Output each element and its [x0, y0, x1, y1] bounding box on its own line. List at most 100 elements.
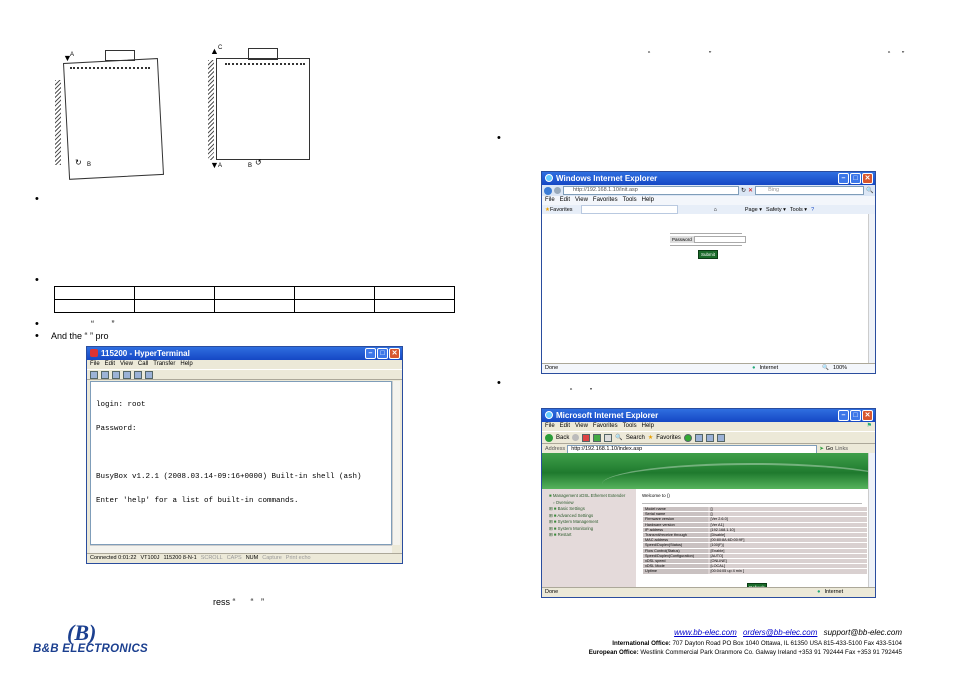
favorites-button[interactable]: Favorites — [550, 207, 573, 213]
menu-edit[interactable]: Edit — [560, 196, 570, 205]
quote-top-c: “ ” — [888, 51, 905, 58]
go-icon[interactable]: ➤ — [819, 446, 824, 452]
safety-menu[interactable]: Safety ▾ — [766, 207, 786, 213]
minimize-button[interactable]: – — [838, 173, 849, 184]
forward-icon[interactable] — [554, 187, 561, 194]
back-icon[interactable] — [545, 433, 553, 442]
media-icon[interactable] — [683, 433, 692, 442]
quote-mid: “ ” — [570, 388, 593, 395]
address-input[interactable]: http://192.168.1.10/init.asp — [563, 186, 739, 195]
ie-login-vscrollbar[interactable] — [868, 214, 875, 364]
hyperterminal-titlebar[interactable]: 115200 - HyperTerminal – □ ✕ — [87, 347, 402, 360]
ie-main-window[interactable]: Microsoft Internet Explorer – □ ✕ File E… — [541, 408, 876, 598]
properties-icon[interactable] — [145, 370, 153, 379]
menu-help[interactable]: Help — [642, 196, 654, 205]
nav-item-restart[interactable]: ⊞ ■ Restart — [549, 532, 636, 539]
terminal-hscrollbar[interactable] — [90, 545, 392, 553]
password-input[interactable] — [693, 236, 746, 243]
menu-file[interactable]: File — [545, 196, 555, 205]
menu-file[interactable]: File — [90, 360, 100, 369]
menu-transfer[interactable]: Transfer — [153, 360, 175, 369]
info-value: [] — [708, 507, 867, 512]
maximize-button[interactable]: □ — [377, 348, 388, 359]
settings-table — [54, 286, 455, 313]
submit-button[interactable]: Submit — [698, 250, 718, 259]
menu-edit[interactable]: Edit — [105, 360, 115, 369]
home-icon[interactable]: ⌂ — [714, 207, 717, 213]
web-link[interactable]: www.bb-elec.com — [674, 628, 737, 637]
terminal-screen[interactable]: login: root Password: BusyBox v1.2.1 (20… — [90, 381, 392, 553]
ie-main-title: Microsoft Internet Explorer — [556, 411, 659, 420]
maximize-button[interactable]: □ — [850, 410, 861, 421]
address-label: Address — [545, 446, 566, 452]
minimize-button[interactable]: – — [838, 410, 849, 421]
edit-icon[interactable] — [716, 433, 725, 442]
close-button[interactable]: ✕ — [862, 410, 873, 421]
quote-top-b: ” — [709, 51, 712, 58]
go-button[interactable]: Go — [826, 446, 833, 452]
menu-favorites[interactable]: Favorites — [593, 422, 618, 431]
menu-call[interactable]: Call — [138, 360, 148, 369]
ie-main-vscrollbar[interactable] — [868, 453, 875, 588]
minimize-button[interactable]: – — [365, 348, 376, 359]
stop-icon[interactable] — [582, 433, 591, 442]
rotate-icon: ↻ — [75, 158, 82, 167]
info-key: Transmit/receive through — [643, 533, 709, 538]
back-button[interactable]: Back — [556, 435, 569, 441]
forward-icon[interactable] — [572, 434, 580, 441]
close-button[interactable]: ✕ — [389, 348, 400, 359]
zoom-icon[interactable]: 🔍 — [822, 364, 829, 373]
intl-label: International Office: — [612, 640, 671, 647]
stop-icon[interactable]: ✕ — [748, 187, 753, 194]
refresh-icon[interactable] — [593, 433, 602, 442]
home-icon[interactable] — [604, 433, 613, 442]
new-icon[interactable] — [90, 370, 98, 379]
menu-favorites[interactable]: Favorites — [593, 196, 618, 205]
send-icon[interactable] — [134, 370, 142, 379]
connect-icon[interactable] — [112, 370, 120, 379]
info-value: [Ver A1] — [708, 522, 867, 527]
favorites-button[interactable]: Favorites — [656, 435, 681, 441]
hyperterminal-window[interactable]: 115200 - HyperTerminal – □ ✕ File Edit V… — [86, 346, 403, 564]
print-icon[interactable] — [705, 433, 714, 442]
menu-view[interactable]: View — [575, 422, 588, 431]
info-value: [192.168.1.10] — [708, 527, 867, 533]
menu-help[interactable]: Help — [180, 360, 192, 369]
ie-main-titlebar[interactable]: Microsoft Internet Explorer – □ ✕ — [542, 409, 875, 422]
links-label[interactable]: Links — [835, 446, 848, 452]
footer-contacts: www.bb-elec.com orders@bb-elec.com suppo… — [560, 628, 902, 637]
search-input[interactable]: Bing — [755, 186, 865, 195]
menu-edit[interactable]: Edit — [560, 422, 570, 431]
ie-login-titlebar[interactable]: Windows Internet Explorer – □ ✕ — [542, 172, 875, 185]
orders-link[interactable]: orders@bb-elec.com — [743, 628, 817, 637]
disconnect-icon[interactable] — [123, 370, 131, 379]
ie-login-window[interactable]: Windows Internet Explorer – □ ✕ http://1… — [541, 171, 876, 374]
menu-tools[interactable]: Tools — [623, 196, 637, 205]
refresh-icon[interactable]: ↻ — [741, 187, 746, 194]
page-icon: ▫ — [553, 499, 555, 505]
open-icon[interactable] — [101, 370, 109, 379]
mail-icon[interactable] — [694, 433, 703, 442]
tab-blank[interactable] — [580, 205, 678, 214]
tools-menu[interactable]: Tools ▾ — [790, 207, 807, 213]
help-icon[interactable]: ? — [811, 207, 814, 213]
menu-file[interactable]: File — [545, 422, 555, 431]
search-icon[interactable]: 🔍 — [615, 434, 622, 441]
menu-help[interactable]: Help — [642, 422, 654, 431]
diagram-label-b: B — [87, 162, 92, 168]
search-button[interactable]: Search — [626, 435, 645, 441]
info-key: Flow Control(Status) — [643, 548, 709, 553]
maximize-button[interactable]: □ — [850, 173, 861, 184]
ie-main-menubar: File Edit View Favorites Tools Help ⚑ — [542, 422, 875, 431]
close-button[interactable]: ✕ — [862, 173, 873, 184]
terminal-vscrollbar[interactable] — [392, 381, 400, 545]
menu-view[interactable]: View — [120, 360, 133, 369]
star-icon[interactable]: ★ — [648, 434, 653, 441]
menu-view[interactable]: View — [575, 196, 588, 205]
status-zoom[interactable]: 100% — [833, 364, 847, 373]
menu-tools[interactable]: Tools — [623, 422, 637, 431]
back-icon[interactable] — [544, 186, 552, 195]
page-menu[interactable]: Page ▾ — [745, 207, 762, 213]
device-right-vents — [225, 63, 305, 68]
search-icon[interactable]: 🔍 — [866, 187, 873, 194]
